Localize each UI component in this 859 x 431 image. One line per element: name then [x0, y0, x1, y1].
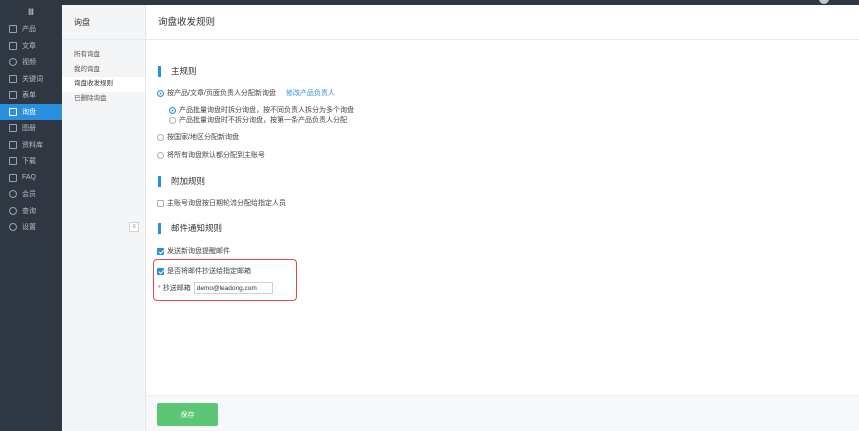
download-icon [9, 157, 17, 166]
option-no-split-inquiry[interactable]: 产品批量询盘时不拆分询盘，按第一条产品负责人分配 [169, 115, 347, 125]
inquiry-icon [9, 107, 17, 116]
footer-bar: 保存 [146, 395, 859, 431]
sub-nav: 询盘 所有询盘 我的询盘 询盘收发规则 已删除询盘 ≡ [62, 5, 146, 431]
nav-item-albums[interactable]: 图册 [0, 120, 62, 137]
email-rules-title: 邮件通知规则 [158, 222, 222, 234]
subnav-item-all-inquiries[interactable]: 所有询盘 [62, 48, 145, 63]
page-title: 询盘收发规则 [146, 5, 859, 40]
subnav-item-my-inquiries[interactable]: 我的询盘 [62, 63, 145, 78]
avatar[interactable] [819, 0, 829, 4]
section-marker [158, 65, 161, 77]
subnav-item-deleted-inquiries[interactable]: 已删除询盘 [62, 92, 145, 107]
play-icon [9, 58, 17, 67]
nav-item-search[interactable]: 查询 [0, 203, 62, 220]
gear-icon [9, 223, 17, 232]
extra-rules-title: 附加规则 [158, 175, 205, 187]
main-panel: 询盘收发规则 主规则 按产品/文章/页面负责人分配新询盘 修改产品负责人 产品批… [146, 5, 859, 431]
option-assign-to-main[interactable]: 将所有询盘默认都分配到主账号 [157, 150, 265, 160]
main-rules-title: 主规则 [158, 65, 197, 77]
key-icon [9, 74, 17, 83]
library-icon [9, 140, 17, 149]
nav-collapse-toggle[interactable]: Ⅲ [0, 5, 62, 21]
nav-item-members[interactable]: 会员 [0, 186, 62, 203]
nav-item-forms[interactable]: 表单 [0, 87, 62, 104]
radio-no-split-inquiry[interactable] [169, 116, 176, 124]
nav-item-keywords[interactable]: 关键词 [0, 71, 62, 88]
nav-item-products[interactable]: 产品 [0, 21, 62, 38]
document-icon [9, 41, 17, 50]
option-split-inquiry[interactable]: 产品批量询盘时拆分询盘，按不同负责人拆分为多个询盘 [169, 105, 354, 115]
highlight-box [153, 259, 297, 301]
option-assign-by-region[interactable]: 按国家/地区分配新询盘 [157, 132, 239, 142]
nav-item-settings[interactable]: 设置 [0, 219, 62, 236]
section-marker [158, 175, 161, 187]
subnav-title: 询盘 [62, 5, 145, 40]
section-marker [158, 222, 161, 234]
album-icon [9, 124, 17, 133]
subnav-item-inquiry-rules[interactable]: 询盘收发规则 [62, 77, 145, 92]
option-send-notify-email[interactable]: 发送新询盘提醒邮件 [157, 246, 230, 256]
grid-icon [9, 25, 17, 34]
radio-split-inquiry[interactable] [169, 106, 176, 114]
nav-item-downloads[interactable]: 下载 [0, 153, 62, 170]
search-icon [9, 206, 17, 215]
nav-item-library[interactable]: 资料库 [0, 137, 62, 154]
nav-item-faq[interactable]: FAQ [0, 170, 62, 187]
checkbox-rotate-assign[interactable] [157, 199, 164, 207]
option-rotate-assign[interactable]: 主账号询盘按日期轮流分配给指定人员 [157, 198, 286, 208]
radio-assign-by-region[interactable] [157, 133, 164, 141]
modify-owner-link[interactable]: 修改产品负责人 [286, 88, 335, 98]
nav-item-inquiries[interactable]: 询盘 [0, 103, 62, 120]
nav-item-videos[interactable]: 视频 [0, 54, 62, 71]
faq-icon [9, 173, 17, 182]
form-icon [9, 91, 17, 100]
member-icon [9, 190, 17, 199]
save-button[interactable]: 保存 [157, 403, 218, 426]
option-assign-by-product[interactable]: 按产品/文章/页面负责人分配新询盘 修改产品负责人 [157, 88, 335, 98]
radio-assign-by-product[interactable] [157, 89, 164, 97]
nav-item-articles[interactable]: 文章 [0, 38, 62, 55]
checkbox-send-notify-email[interactable] [157, 247, 164, 255]
subnav-fold-icon[interactable]: ≡ [129, 222, 139, 232]
main-nav: Ⅲ 产品 文章 视频 关键词 表单 询盘 图册 资料库 下载 FAQ 会员 查询… [0, 5, 62, 431]
radio-assign-to-main[interactable] [157, 151, 164, 159]
